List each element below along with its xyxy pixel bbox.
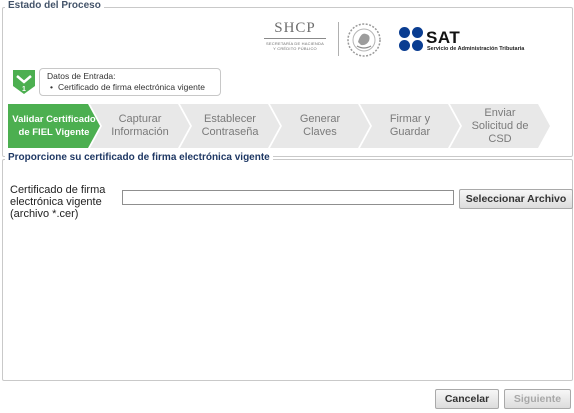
current-step-number: 1 [22,86,26,93]
step-enviar-solicitud: Enviar Solicitud de CSD [450,104,550,148]
current-step-badge-icon: 1 [12,69,36,95]
sat-logo-icon [398,26,424,57]
select-file-button[interactable]: Seleccionar Archivo [459,189,573,209]
input-data-title: Datos de Entrada: [47,71,116,81]
shcp-name: SHCP [274,20,316,36]
sat-name: SAT [426,28,461,47]
next-button[interactable]: Siguiente [504,389,571,409]
step-establecer-contrasena: Establecer Contraseña [180,104,280,148]
process-steps: Validar Certificado de FIEL Vigente Capt… [8,104,553,148]
step-label: Generar Claves [299,113,341,138]
step-label: Enviar Solicitud de CSD [471,106,529,145]
input-data-item: Certificado de firma electrónica vigente [50,82,205,92]
certificate-file-input[interactable] [122,190,454,205]
national-seal-icon [346,22,382,63]
shcp-logo: SHCP SECRETARÍA DE HACIENDA Y CRÉDITO PÚ… [260,20,330,51]
step-label: Establecer Contraseña [201,113,259,138]
step-capturar-informacion: Capturar Información [90,104,190,148]
step-generar-claves: Generar Claves [270,104,370,148]
step-label: Firmar y Guardar [389,113,431,138]
step-label: Capturar Información [111,113,169,138]
shcp-subtitle-2: Y CRÉDITO PÚBLICO [273,46,317,51]
certificate-section-title: Proporcione su certificado de firma elec… [5,152,273,163]
sat-subtitle: Servicio de Administración Tributaria [427,46,525,52]
step-firmar-guardar: Firmar y Guardar [360,104,460,148]
step-label: Validar Certificado de FIEL Vigente [12,114,96,138]
certificate-field-label: Certificado de firma electrónica vigente… [10,184,106,220]
cancel-button[interactable]: Cancelar [435,389,499,409]
process-status-title: Estado del Proceso [5,0,104,11]
input-data-box: Datos de Entrada: Certificado de firma e… [39,68,221,96]
step-validar-certificado: Validar Certificado de FIEL Vigente [8,104,100,148]
logo-divider [338,22,339,56]
